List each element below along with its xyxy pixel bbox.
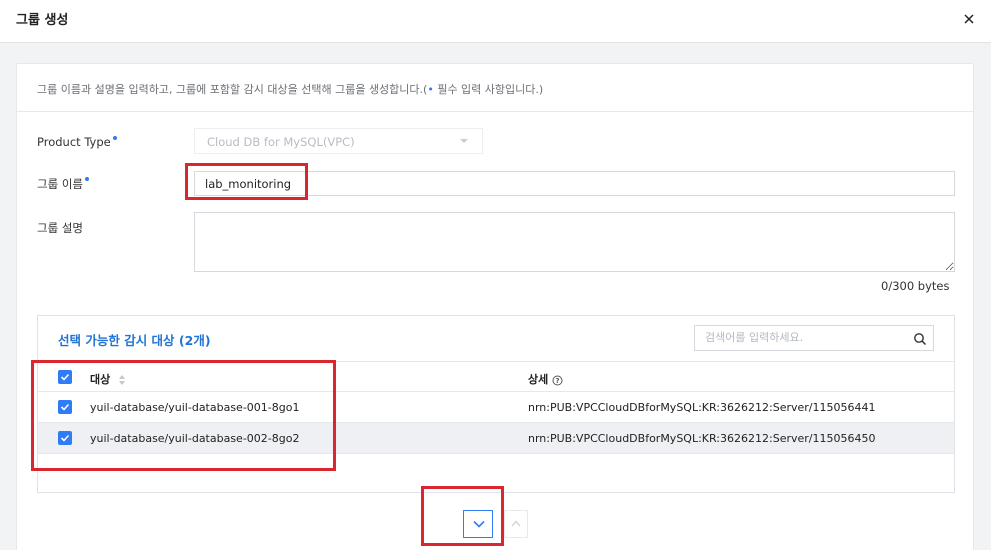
product-type-label: Product Type — [37, 135, 117, 149]
required-dot — [84, 177, 89, 181]
table-header: 대상 상세? — [38, 361, 954, 392]
chevron-down-icon — [473, 520, 485, 528]
divider — [17, 111, 973, 112]
check-icon — [60, 373, 70, 381]
group-desc-label: 그룹 설명 — [37, 221, 83, 235]
chevron-up-icon — [511, 520, 521, 527]
col-detail-header: 상세? — [528, 371, 563, 387]
check-icon — [60, 434, 70, 442]
col-name-header[interactable]: 대상 — [90, 371, 126, 387]
targets-table: 선택 가능한 감시 대상 (2개) 대상 상세? yuil-database/y… — [37, 315, 955, 493]
sort-icon[interactable] — [118, 374, 126, 386]
table-row[interactable]: yuil-database/yuil-database-002-8go2 nrn… — [38, 423, 954, 454]
form-panel: 그룹 이름과 설명을 입력하고, 그룹에 포함할 감시 대상을 선택해 그룹을 … — [16, 63, 974, 550]
close-button[interactable] — [958, 8, 980, 30]
required-dot — [112, 136, 117, 140]
targets-title: 선택 가능한 감시 대상 (2개) — [58, 333, 211, 348]
row-detail: nrn:PUB:VPCCloudDBforMySQL:KR:3626212:Se… — [528, 401, 876, 414]
group-desc-textarea[interactable] — [194, 212, 955, 272]
close-icon — [964, 14, 974, 24]
byte-counter: 0/300 bytes — [881, 279, 950, 293]
chevron-down-icon — [460, 139, 468, 143]
group-name-input[interactable] — [194, 171, 955, 196]
svg-text:?: ? — [556, 377, 560, 385]
row-checkbox[interactable] — [58, 400, 72, 414]
move-up-button[interactable] — [504, 510, 528, 538]
group-name-label: 그룹 이름 — [37, 176, 89, 192]
row-checkbox[interactable] — [58, 431, 72, 445]
search-icon[interactable] — [913, 332, 927, 346]
search-box[interactable] — [694, 325, 934, 351]
check-icon — [60, 403, 70, 411]
row-name: yuil-database/yuil-database-002-8go2 — [90, 432, 300, 445]
move-down-button[interactable] — [463, 510, 493, 538]
modal-title: 그룹 생성 — [16, 13, 69, 28]
select-all-checkbox[interactable] — [58, 370, 72, 384]
row-name: yuil-database/yuil-database-001-8go1 — [90, 401, 300, 414]
help-icon[interactable]: ? — [552, 375, 563, 386]
table-row[interactable]: yuil-database/yuil-database-001-8go1 nrn… — [38, 392, 954, 423]
form-description: 그룹 이름과 설명을 입력하고, 그룹에 포함할 감시 대상을 선택해 그룹을 … — [37, 83, 544, 96]
search-input[interactable] — [705, 331, 905, 344]
product-type-select[interactable]: Cloud DB for MySQL(VPC) — [194, 128, 483, 154]
row-detail: nrn:PUB:VPCCloudDBforMySQL:KR:3626212:Se… — [528, 432, 876, 445]
modal-header: 그룹 생성 — [0, 0, 991, 43]
